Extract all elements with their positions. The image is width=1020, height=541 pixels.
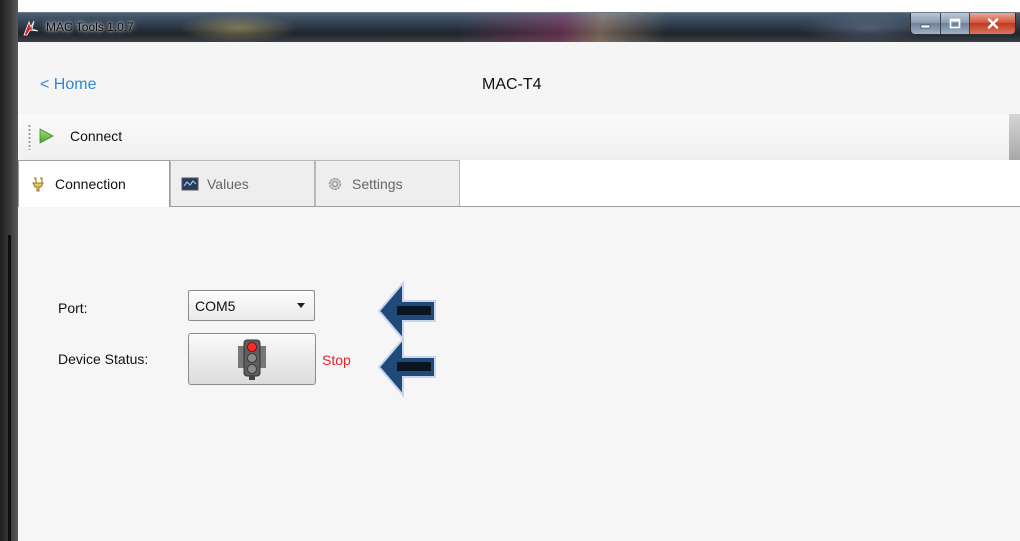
close-icon (987, 18, 998, 29)
window-controls (910, 13, 1016, 35)
tab-connection[interactable]: Connection (18, 160, 170, 207)
page-title: MAC-T4 (482, 76, 542, 93)
chevron-down-icon (297, 303, 305, 308)
values-icon (181, 177, 199, 190)
annotation-arrow-icon (377, 280, 436, 342)
settings-icon (329, 177, 341, 190)
tab-connection-label: Connection (55, 176, 126, 192)
home-back-link[interactable]: < Home (40, 76, 96, 94)
toolbar-grip[interactable] (28, 124, 31, 150)
minimize-button[interactable] (911, 13, 940, 34)
tab-values[interactable]: Values (170, 160, 315, 206)
app-window: < Home MAC-T4 Connect Connection Values (18, 42, 1020, 541)
tab-values-label: Values (207, 175, 249, 192)
app-logo-icon (23, 20, 39, 36)
maximize-icon (949, 18, 961, 29)
connection-icon (32, 177, 44, 192)
connect-button[interactable]: Connect (36, 122, 122, 150)
play-icon (39, 128, 54, 144)
window-title: MAC Tools 1.0.7 (46, 20, 134, 34)
port-label: Port: (58, 300, 88, 316)
desktop-edge (0, 0, 18, 541)
toolbar: Connect (18, 114, 1009, 160)
device-status-value: Stop (322, 352, 351, 368)
maximize-button[interactable] (940, 13, 969, 34)
connection-panel: Port: COM5 Device Status: Stop (18, 207, 1020, 541)
app-header: < Home MAC-T4 (18, 42, 1020, 114)
device-status-label: Device Status: (58, 351, 149, 367)
tab-settings-label: Settings (352, 175, 403, 192)
traffic-light-red-icon (238, 339, 266, 380)
minimize-icon (920, 24, 930, 28)
close-button[interactable] (969, 13, 1015, 34)
port-select[interactable]: COM5 (188, 290, 315, 321)
window-titlebar[interactable]: MAC Tools 1.0.7 (18, 12, 1020, 43)
port-value: COM5 (195, 298, 236, 314)
device-status-button[interactable] (188, 333, 316, 385)
tab-settings[interactable]: Settings (315, 160, 460, 206)
toolbar-overflow-button[interactable] (1009, 114, 1020, 160)
connect-label: Connect (70, 128, 123, 144)
annotation-arrow-icon (377, 336, 436, 398)
